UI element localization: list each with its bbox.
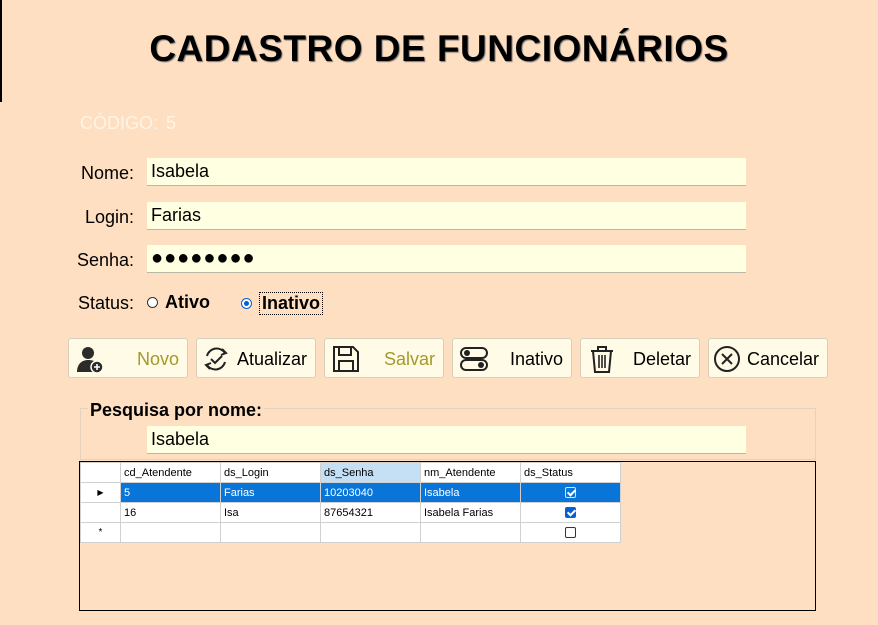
- row-indicator-icon: ▶: [80, 482, 121, 503]
- status-radio-inativo[interactable]: Inativo: [241, 292, 324, 315]
- radio-circle-icon: [147, 297, 158, 308]
- nome-input[interactable]: [147, 158, 746, 186]
- cell-empty[interactable]: [220, 522, 321, 543]
- table-row[interactable]: ▶ 5 Farias 10203040 Isabela: [80, 482, 621, 503]
- save-icon: [333, 346, 359, 372]
- salvar-label: Salvar: [383, 349, 435, 369]
- codigo-value: 5: [166, 113, 177, 133]
- radio-selected-icon: [241, 298, 252, 309]
- col-header-cd[interactable]: cd_Atendente: [120, 462, 221, 483]
- cell-status[interactable]: [520, 502, 621, 523]
- close-circle-icon: [714, 346, 740, 372]
- novo-label: Novo: [136, 349, 179, 369]
- novo-button[interactable]: Novo: [68, 338, 188, 378]
- cell-status[interactable]: [520, 482, 621, 503]
- atualizar-button[interactable]: Atualizar: [196, 338, 316, 378]
- toggle-icon: [460, 347, 488, 371]
- add-user-icon: [77, 347, 104, 374]
- col-header-status[interactable]: ds_Status: [520, 462, 621, 483]
- refresh-check-icon: [204, 347, 228, 371]
- cancelar-button[interactable]: Cancelar: [708, 338, 828, 378]
- col-header-nome[interactable]: nm_Atendente: [420, 462, 521, 483]
- login-input[interactable]: [147, 202, 746, 230]
- data-grid[interactable]: cd_Atendente ds_Login ds_Senha nm_Atende…: [79, 461, 816, 611]
- deletar-label: Deletar: [632, 349, 691, 369]
- col-header-login[interactable]: ds_Login: [220, 462, 321, 483]
- search-input[interactable]: [147, 426, 746, 454]
- cell-login[interactable]: Farias: [220, 482, 321, 503]
- inativo-label: Inativo: [509, 349, 563, 369]
- inativo-button[interactable]: Inativo: [452, 338, 572, 378]
- radio-label-inativo: Inativo: [259, 292, 324, 315]
- salvar-button[interactable]: Salvar: [324, 338, 444, 378]
- login-label: Login:: [84, 207, 134, 227]
- codigo-display: CÓDIGO: 5: [80, 113, 184, 134]
- cell-nome[interactable]: Isabela: [420, 482, 521, 503]
- atualizar-label: Atualizar: [236, 349, 307, 369]
- status-label: Status:: [77, 293, 134, 313]
- cancelar-label: Cancelar: [746, 349, 819, 369]
- cell-status[interactable]: [520, 522, 621, 543]
- status-radio-ativo[interactable]: Ativo: [147, 292, 210, 313]
- table-row[interactable]: 16 Isa 87654321 Isabela Farias: [80, 502, 621, 523]
- cell-nome[interactable]: Isabela Farias: [420, 502, 521, 523]
- row-header: [80, 502, 121, 523]
- cell-empty[interactable]: [120, 522, 221, 543]
- checkbox-checked-icon[interactable]: [565, 487, 576, 499]
- nome-label: Nome:: [80, 163, 134, 183]
- senha-input[interactable]: [147, 245, 746, 273]
- codigo-label: CÓDIGO:: [80, 113, 159, 133]
- checkbox-unchecked-icon[interactable]: [565, 527, 576, 539]
- new-row-indicator-icon: *: [80, 522, 121, 543]
- radio-label-ativo: Ativo: [165, 292, 210, 312]
- cell-cd[interactable]: 16: [120, 502, 221, 523]
- grid-header-row: cd_Atendente ds_Login ds_Senha nm_Atende…: [80, 462, 621, 483]
- new-row[interactable]: *: [80, 522, 621, 543]
- checkbox-checked-icon[interactable]: [565, 507, 576, 519]
- grid-corner: [80, 462, 121, 483]
- grid-table: cd_Atendente ds_Login ds_Senha nm_Atende…: [80, 462, 621, 543]
- cell-empty[interactable]: [420, 522, 521, 543]
- cell-login[interactable]: Isa: [220, 502, 321, 523]
- senha-label: Senha:: [76, 250, 134, 270]
- search-label: Pesquisa por nome:: [88, 400, 265, 421]
- cell-empty[interactable]: [320, 522, 421, 543]
- trash-icon: [591, 346, 613, 373]
- cell-senha[interactable]: 87654321: [320, 502, 421, 523]
- cell-cd[interactable]: 5: [120, 482, 221, 503]
- cell-senha[interactable]: 10203040: [320, 482, 421, 503]
- col-header-senha[interactable]: ds_Senha: [320, 462, 421, 483]
- deletar-button[interactable]: Deletar: [580, 338, 700, 378]
- page-title: CADASTRO DE FUNCIONÁRIOS: [149, 28, 729, 69]
